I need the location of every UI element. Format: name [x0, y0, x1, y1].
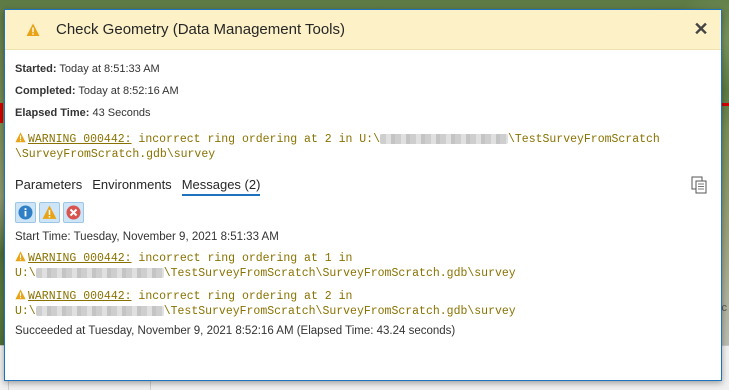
- warning-path-line2: \SurveyFromScratch.gdb\survey: [15, 148, 216, 161]
- error-filter-icon: [66, 205, 81, 220]
- completed-row: Completed: Today at 8:52:16 AM: [15, 80, 711, 102]
- elapsed-label: Elapsed Time:: [15, 107, 90, 119]
- message-succeeded: Succeeded at Tuesday, November 9, 2021 8…: [15, 325, 456, 337]
- warning-filter-button[interactable]: [39, 202, 60, 223]
- copy-icon[interactable]: [691, 176, 707, 194]
- warning-icon: [15, 289, 26, 300]
- close-button[interactable]: ✕: [691, 19, 711, 39]
- warning-icon: [15, 251, 26, 262]
- warning-text: incorrect ring ordering at 2 in U:\: [131, 133, 380, 146]
- warning-path-prefix: U:\: [15, 305, 36, 318]
- warning-icon: [15, 132, 26, 143]
- warning-filter-icon: [42, 205, 57, 219]
- started-value: Today at 8:51:33 AM: [59, 63, 160, 75]
- warning-path-prefix: U:\: [15, 267, 36, 280]
- tab-environments[interactable]: Environments: [92, 177, 171, 196]
- message-warning: WARNING 000442: incorrect ring ordering …: [15, 289, 711, 319]
- warning-icon: [26, 23, 40, 36]
- tab-messages[interactable]: Messages (2): [181, 177, 261, 196]
- warning-code-link[interactable]: WARNING 000442:: [28, 133, 132, 146]
- message-start-time: Start Time: Tuesday, November 9, 2021 8:…: [15, 231, 279, 243]
- redacted-path: [35, 267, 164, 278]
- geoprocessing-details-dialog: Check Geometry (Data Management Tools) ✕…: [4, 9, 722, 381]
- started-label: Started:: [15, 63, 57, 75]
- close-icon: ✕: [693, 18, 709, 39]
- map-feature: [0, 103, 3, 123]
- warning-path: \TestSurveyFromScratch: [507, 133, 660, 146]
- elapsed-row: Elapsed Time: 43 Seconds: [15, 102, 711, 124]
- redacted-path: [35, 305, 164, 316]
- summary-warning: WARNING 000442: incorrect ring ordering …: [15, 132, 711, 162]
- warning-path: \TestSurveyFromScratch\SurveyFromScratch…: [163, 305, 516, 318]
- warning-code-link[interactable]: WARNING 000442:: [28, 290, 132, 303]
- elapsed-value: 43 Seconds: [92, 107, 151, 119]
- map-feature: [722, 103, 729, 106]
- redacted-path: [379, 133, 508, 144]
- warning-path: \TestSurveyFromScratch\SurveyFromScratch…: [163, 267, 516, 280]
- tab-parameters[interactable]: Parameters: [15, 177, 82, 196]
- dialog-titlebar: Check Geometry (Data Management Tools) ✕: [5, 10, 721, 50]
- warning-text: incorrect ring ordering at 1 in: [131, 252, 353, 265]
- completed-label: Completed:: [15, 85, 76, 97]
- started-row: Started: Today at 8:51:33 AM: [15, 58, 711, 80]
- warning-code-link[interactable]: WARNING 000442:: [28, 252, 132, 265]
- info-filter-button[interactable]: [15, 202, 36, 223]
- warning-text: incorrect ring ordering at 2 in: [131, 290, 353, 303]
- dialog-body: Started: Today at 8:51:33 AM Completed: …: [5, 58, 721, 337]
- message-filters: [15, 202, 711, 223]
- error-filter-button[interactable]: [63, 202, 84, 223]
- dialog-title: Check Geometry (Data Management Tools): [56, 21, 346, 38]
- message-warning: WARNING 000442: incorrect ring ordering …: [15, 251, 711, 281]
- completed-value: Today at 8:52:16 AM: [78, 85, 179, 97]
- background-text: c: [721, 302, 728, 314]
- details-tabs: Parameters Environments Messages (2): [15, 174, 711, 196]
- info-filter-icon: [18, 205, 33, 220]
